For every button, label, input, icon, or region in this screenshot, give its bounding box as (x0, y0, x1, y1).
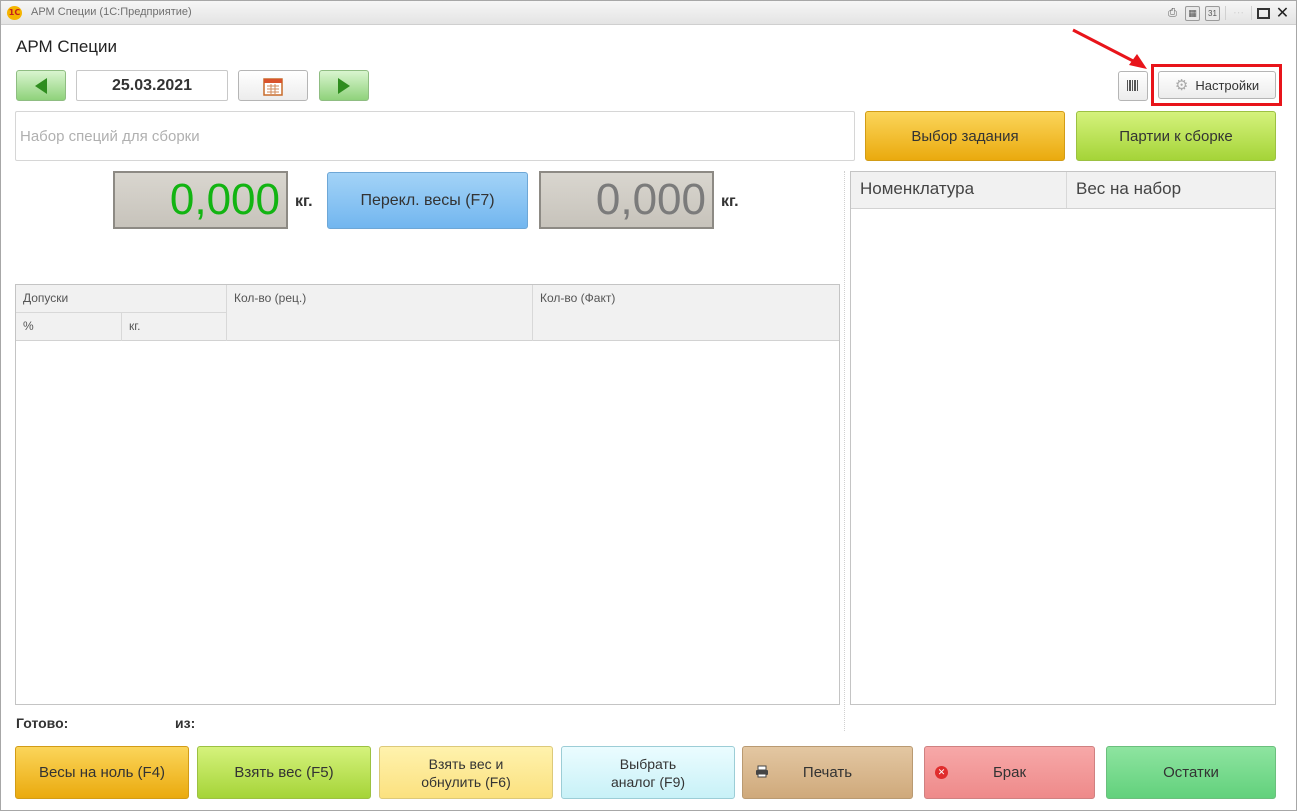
column-qty-fact[interactable]: Кол-во (Факт) (533, 285, 839, 341)
defect-button[interactable]: ✕ Брак (924, 746, 1095, 799)
calendar-icon (263, 77, 283, 96)
app-logo-icon: 1С (7, 6, 22, 20)
title-bar: 1С АРМ Специи (1С:Предприятие) ⎙ ▦ 31 ⋯ … (1, 1, 1296, 25)
column-nomenclature[interactable]: Номенклатура (851, 172, 1067, 208)
weight-unit-2: кг. (721, 193, 739, 210)
take-weight-and-zero-button[interactable]: Взять вес и обнулить (F6) (379, 746, 553, 799)
nomenclature-table-header: Номенклатура Вес на набор (851, 172, 1275, 209)
select-task-button[interactable]: Выбор задания (865, 111, 1065, 161)
switch-scales-button[interactable]: Перекл. весы (F7) (327, 172, 528, 229)
print-button[interactable]: Печать (742, 746, 913, 799)
select-analog-button[interactable]: Выбрать аналог (F9) (561, 746, 735, 799)
components-table[interactable]: Допуски % кг. Кол-во (рец.) Кол-во (Факт… (15, 284, 840, 705)
settings-label: Настройки (1195, 77, 1260, 93)
select-analog-label: Выбрать аналог (F9) (611, 755, 685, 791)
print-icon[interactable]: ⎙ (1165, 6, 1180, 21)
calculator-icon[interactable]: ▦ (1185, 5, 1200, 21)
column-qty-recipe[interactable]: Кол-во (рец.) (227, 285, 533, 341)
take-weight-and-zero-line-1: Взять вес и (428, 755, 504, 772)
column-percent[interactable]: % (16, 313, 122, 341)
select-analog-line-2: аналог (F9) (610, 773, 686, 790)
printer-icon (756, 765, 768, 778)
batches-button[interactable]: Партии к сборке (1076, 111, 1276, 161)
spice-set-field[interactable] (15, 111, 855, 161)
take-weight-and-zero-line-2: обнулить (F6) (421, 773, 511, 790)
window-title: АРМ Специи (1С:Предприятие) (31, 6, 192, 18)
settings-button[interactable]: ⚙ Настройки (1158, 71, 1276, 99)
close-icon[interactable]: ✕ (1275, 5, 1290, 21)
annotation-arrow (1072, 28, 1147, 69)
app-window: 1С АРМ Специи (1С:Предприятие) ⎙ ▦ 31 ⋯ … (0, 0, 1297, 811)
date-field[interactable]: 25.03.2021 (76, 70, 228, 101)
of-label: из: (175, 715, 196, 731)
remains-button[interactable]: Остатки (1106, 746, 1276, 799)
take-weight-and-zero-label: Взять вес и обнулить (F6) (421, 755, 510, 791)
calendar-button[interactable] (238, 70, 308, 101)
ready-label: Готово: (16, 715, 69, 731)
error-circle-icon: ✕ (935, 766, 948, 779)
defect-label: Брак (992, 763, 1027, 781)
barcode-button[interactable] (1118, 71, 1148, 101)
barcode-icon (1127, 80, 1138, 91)
weight-display-2: 0,000 (539, 171, 714, 229)
titlebar-icons: ⎙ ▦ 31 ⋯ ✕ (1165, 4, 1290, 22)
titlebar-separator (1251, 6, 1252, 20)
components-table-header: Допуски % кг. Кол-во (рец.) Кол-во (Факт… (16, 285, 839, 341)
arrow-right-icon (338, 77, 350, 94)
previous-date-button[interactable] (16, 70, 66, 101)
titlebar-separator (1225, 6, 1226, 20)
maximize-icon[interactable] (1257, 7, 1270, 19)
arrow-left-icon (35, 77, 47, 94)
spice-set-input[interactable] (16, 112, 854, 160)
print-label: Печать (802, 763, 853, 781)
faded-toolbar-icons: ⋯ (1233, 6, 1244, 19)
column-kg[interactable]: кг. (122, 313, 227, 341)
gear-icon: ⚙ (1174, 77, 1189, 94)
next-date-button[interactable] (319, 70, 369, 101)
scales-zero-button[interactable]: Весы на ноль (F4) (15, 746, 189, 799)
panel-separator[interactable] (844, 171, 845, 731)
column-tolerances[interactable]: Допуски (16, 285, 227, 313)
calendar-icon[interactable]: 31 (1205, 5, 1220, 21)
select-analog-line-1: Выбрать (619, 755, 677, 772)
nomenclature-table[interactable]: Номенклатура Вес на набор (850, 171, 1276, 705)
take-weight-button[interactable]: Взять вес (F5) (197, 746, 371, 799)
weight-unit-1: кг. (295, 193, 313, 210)
column-weight-per-set[interactable]: Вес на набор (1067, 172, 1275, 208)
page-title: АРМ Специи (16, 37, 118, 56)
weight-display-1: 0,000 (113, 171, 288, 229)
